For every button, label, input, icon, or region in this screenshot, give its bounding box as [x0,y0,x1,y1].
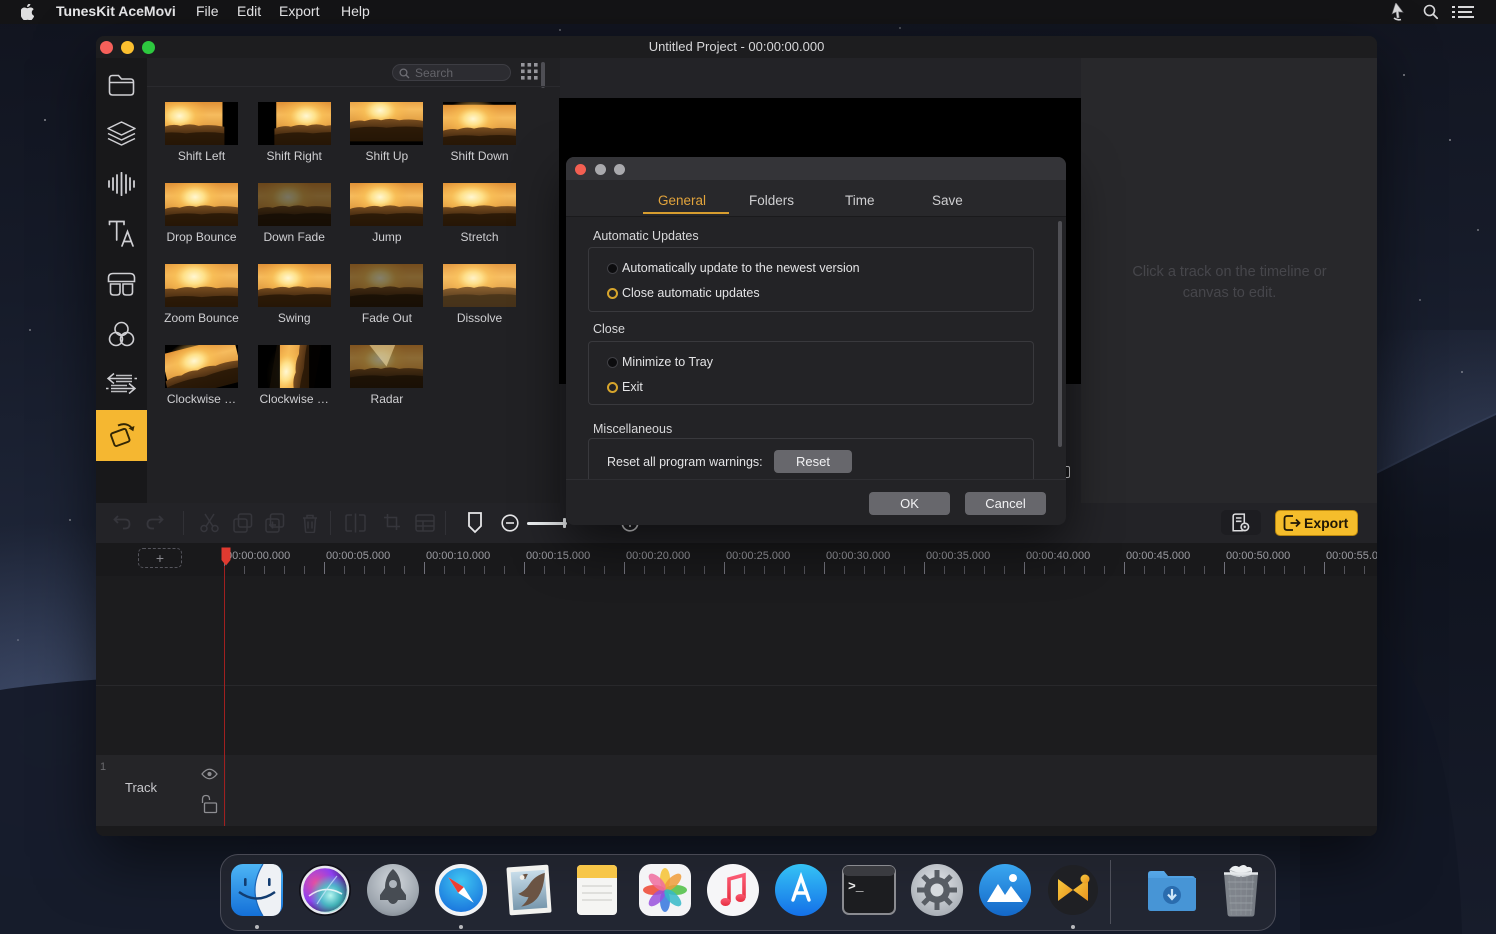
svg-text:>_: >_ [848,879,864,894]
